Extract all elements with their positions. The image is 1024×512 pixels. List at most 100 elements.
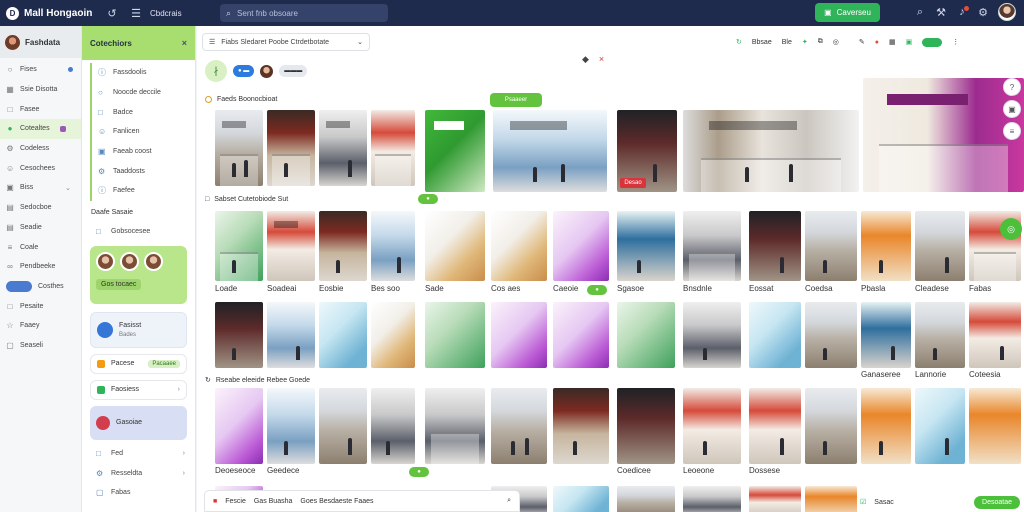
nav-item[interactable]: ☆ Faaey — [0, 316, 81, 336]
nav-header[interactable]: Fashdata — [0, 26, 81, 58]
tool-label[interactable]: Ble — [782, 39, 792, 46]
image-tile[interactable] — [805, 388, 857, 464]
close-icon[interactable]: × — [599, 54, 604, 65]
image-tile[interactable] — [425, 110, 485, 192]
nav-item[interactable]: Costhes — [0, 277, 81, 297]
section-item[interactable]: □ Gobsocesee — [82, 222, 195, 242]
nav-item[interactable]: ☺ Cesochees — [0, 158, 81, 178]
image-tile[interactable] — [553, 302, 609, 368]
image-tile[interactable] — [749, 486, 801, 512]
view-toggle[interactable] — [922, 37, 943, 47]
image-tile[interactable] — [319, 211, 367, 281]
close-icon[interactable]: × — [182, 38, 187, 48]
image-tile[interactable] — [861, 388, 911, 464]
image-tile[interactable] — [425, 388, 485, 464]
image-tile[interactable] — [863, 78, 1024, 192]
image-tile[interactable] — [371, 302, 415, 368]
image-tile[interactable] — [319, 302, 367, 368]
breadcrumb[interactable]: Cbdcrais — [150, 9, 210, 18]
list-item[interactable]: ⚙ Taaddosts — [92, 161, 195, 181]
list-item[interactable]: ○ Noocde deccile — [92, 83, 195, 103]
app-logo[interactable]: D Mall Hongaoin — [0, 6, 104, 20]
bottom-label[interactable]: Sasac — [874, 499, 893, 506]
settings-icon[interactable]: ⚙ — [977, 6, 989, 19]
image-tile[interactable] — [915, 388, 965, 464]
menu-icon[interactable]: ☰ — [128, 7, 144, 20]
help-icon[interactable]: ? — [1003, 78, 1021, 96]
nav-item[interactable]: □ Fasee — [0, 99, 81, 119]
nav-item[interactable]: ▢ Seaseli — [0, 336, 81, 356]
chat-icon[interactable]: ◎ — [1000, 218, 1022, 240]
image-tile[interactable] — [493, 110, 607, 192]
bottom-action[interactable]: Goes Besdaeste Faaes — [300, 498, 373, 505]
image-tile[interactable]: Desao — [617, 110, 677, 192]
image-tile[interactable] — [319, 110, 367, 186]
bottom-action[interactable]: Gas Buasha — [254, 498, 293, 505]
image-tile[interactable] — [749, 388, 801, 464]
image-tile[interactable] — [491, 211, 547, 281]
hanger-icon[interactable]: ∤ — [205, 60, 227, 82]
team-card[interactable]: Gos tocaec — [90, 245, 187, 304]
image-tile[interactable] — [915, 302, 965, 368]
search-icon[interactable]: ⌕ — [914, 6, 926, 19]
image-tile[interactable] — [805, 302, 857, 368]
cta-button[interactable]: ▣ Caverseu — [815, 3, 880, 22]
list-item[interactable]: □ Fed › — [96, 444, 195, 464]
green-icon[interactable]: ▣ — [906, 38, 913, 46]
image-tile[interactable] — [267, 110, 315, 186]
image-tile[interactable] — [215, 110, 263, 186]
user-avatar[interactable] — [998, 3, 1016, 21]
list-item[interactable]: ⓘ Fassdoolis — [92, 63, 195, 83]
option-row[interactable]: Faosiess › — [90, 379, 187, 400]
grid-icon[interactable]: ▦ — [889, 38, 896, 46]
image-tile[interactable] — [683, 302, 741, 368]
list-item[interactable]: □ Badce — [92, 102, 195, 122]
publish-button[interactable]: Desoatae — [974, 495, 1020, 509]
nav-item[interactable]: ⚙ Codeless — [0, 139, 81, 159]
nav-item[interactable]: ∞ Pendbeeke — [0, 257, 81, 277]
tool-label[interactable]: Bbsae — [752, 39, 772, 46]
nav-item[interactable]: ▣ Biss ⌄ — [0, 178, 81, 198]
image-tile[interactable] — [553, 388, 609, 464]
list-icon[interactable]: ≡ — [1003, 122, 1021, 140]
image-tile[interactable] — [749, 211, 801, 281]
list-item[interactable]: ☺ Fanlicen — [92, 122, 195, 142]
image-tile[interactable] — [969, 388, 1021, 464]
image-tile[interactable] — [215, 388, 263, 464]
share-icon[interactable]: ✦ — [802, 38, 808, 46]
image-tile[interactable] — [617, 302, 675, 368]
filter-bar[interactable]: ☰ Fiabs Sledaret Poobe Ctrdetbotate ⌄ — [202, 33, 370, 51]
image-tile[interactable] — [683, 110, 859, 192]
image-tile[interactable] — [617, 388, 675, 464]
image-tile[interactable] — [267, 302, 315, 368]
list-item[interactable]: ▢ Fabas — [96, 483, 195, 503]
image-tile[interactable] — [267, 211, 315, 281]
avatar[interactable] — [260, 64, 274, 78]
image-tile[interactable] — [683, 486, 741, 512]
info-card[interactable]: Fasisst Bades — [90, 311, 187, 348]
tag-icon[interactable]: ◆ — [582, 54, 589, 65]
more-icon[interactable]: ⋮ — [952, 38, 959, 46]
list-item[interactable]: ▣ Faeab coost — [92, 142, 195, 162]
bell-icon[interactable]: ♪ — [956, 6, 969, 18]
nav-item-active[interactable]: ● Cotealtes — [0, 119, 81, 139]
image-tile[interactable] — [805, 211, 857, 281]
image-tile[interactable] — [371, 388, 415, 464]
target-icon[interactable]: ◎ — [833, 38, 839, 46]
flag-icon[interactable]: ■ — [213, 498, 217, 505]
image-tile[interactable] — [683, 211, 741, 281]
image-tile[interactable] — [617, 486, 675, 512]
image-tile[interactable] — [617, 211, 675, 281]
nav-item[interactable]: □ Pesaite — [0, 296, 81, 316]
nav-item[interactable]: ▤ Seadie — [0, 218, 81, 238]
copy-icon[interactable]: ⧉ — [818, 38, 823, 46]
image-tile[interactable] — [553, 486, 609, 512]
filter-chip[interactable]: ● ▬ — [233, 65, 255, 77]
image-tile[interactable] — [425, 302, 485, 368]
save-icon[interactable]: ▣ — [1003, 100, 1021, 118]
image-tile[interactable] — [969, 302, 1021, 368]
bottom-action[interactable]: Fescie — [225, 498, 246, 505]
nav-item[interactable]: ○ Fises — [0, 60, 81, 80]
image-tile[interactable] — [491, 388, 547, 464]
list-item[interactable]: ⚙ Resseldta › — [96, 463, 195, 483]
